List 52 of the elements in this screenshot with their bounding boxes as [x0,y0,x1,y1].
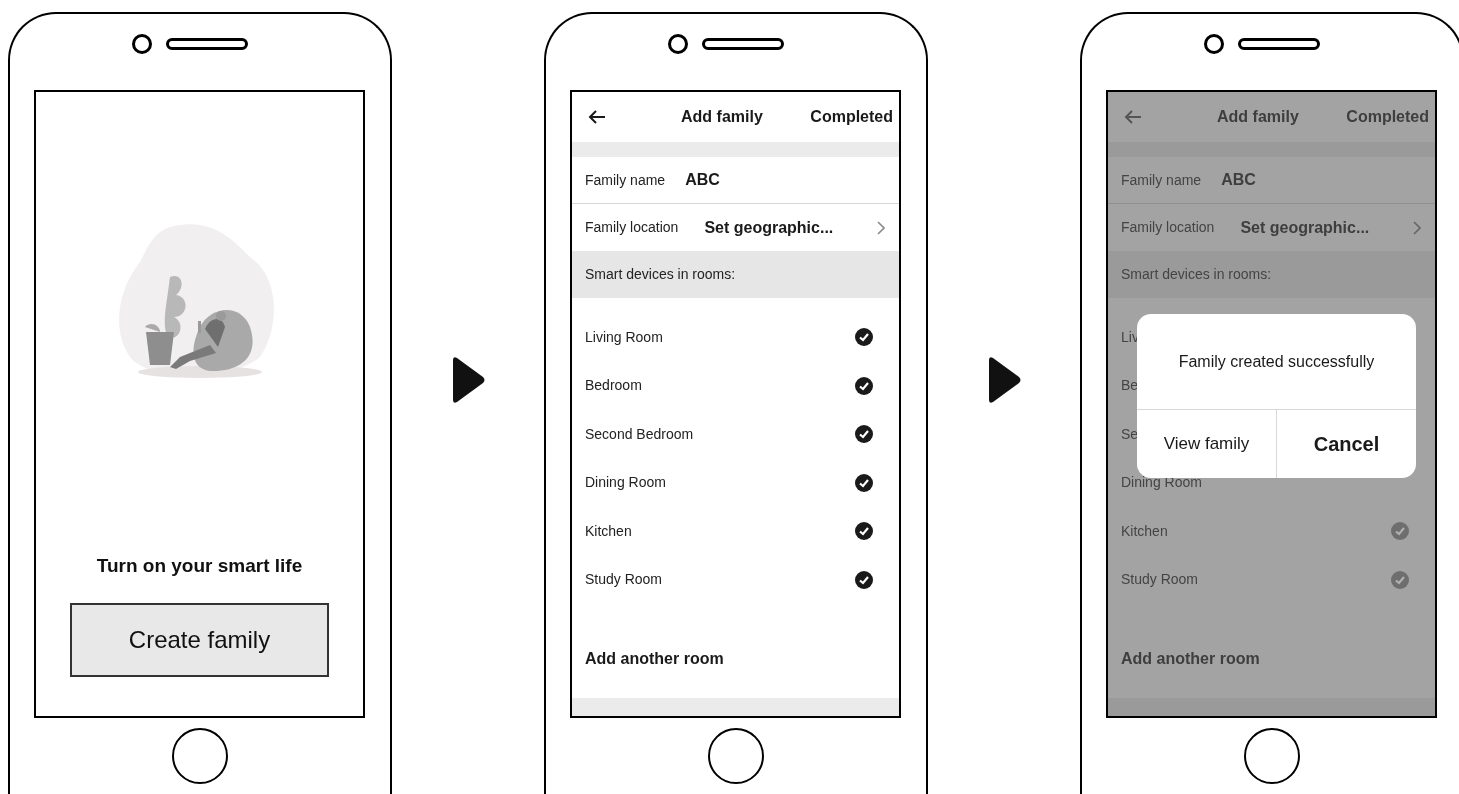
room-name[interactable]: Kitchen [585,520,632,542]
speaker-icon [1238,38,1320,50]
check-icon[interactable] [855,473,873,492]
add-room-button[interactable]: Add another room [1121,647,1260,671]
check-icon[interactable] [855,522,873,541]
field-value[interactable]: Set geographic... [1240,215,1370,240]
check-icon[interactable] [1391,522,1409,541]
field-label: Family name [585,170,666,190]
check-icon[interactable] [1391,570,1409,589]
home-button[interactable] [1244,728,1300,784]
screen-title: Add family [681,107,763,127]
section-heading: Smart devices in rooms: [585,265,736,284]
completed-button[interactable]: Completed [810,105,893,129]
check-icon[interactable] [855,570,873,589]
room-name[interactable]: Bedroom [585,375,642,397]
check-icon[interactable] [855,328,873,347]
dialog-message: Family created successfully [1178,351,1375,372]
create-family-button[interactable]: Create family [70,602,329,677]
chevron-right-icon[interactable] [877,220,885,235]
room-name[interactable]: Study Room [1121,569,1199,591]
field-value: ABC [1221,170,1256,190]
screen-title: Add family [1217,107,1299,127]
field-value: ABC [685,170,720,190]
completed-button[interactable]: Completed [1346,105,1429,129]
field-label: Family name [1121,170,1202,190]
home-button[interactable] [172,728,228,784]
room-name[interactable]: Study Room [585,569,663,591]
room-name[interactable]: Dining Room [585,472,666,494]
back-arrow-icon[interactable] [588,110,606,124]
room-name[interactable]: Living Room [585,326,663,348]
room-name[interactable]: Kitchen [1121,520,1168,542]
speaker-icon [166,38,248,50]
tagline: Turn on your smart life [96,554,303,578]
check-icon[interactable] [855,376,873,395]
field-label: Family location [585,218,679,237]
play-arrow-icon [450,356,486,404]
camera-icon [132,34,152,54]
check-icon[interactable] [855,425,873,444]
camera-icon [1204,34,1224,54]
field-value[interactable]: Set geographic... [704,215,834,240]
room-name[interactable]: Second Bedroom [585,423,694,445]
speaker-icon [702,38,784,50]
field-label: Family location [1121,218,1215,237]
camera-icon [668,34,688,54]
section-heading: Smart devices in rooms: [1121,265,1272,284]
home-button[interactable] [708,728,764,784]
add-room-button[interactable]: Add another room [585,647,724,671]
room-name[interactable]: Se [1121,423,1139,445]
play-arrow-icon [986,356,1022,404]
room-name[interactable]: Be [1121,375,1139,397]
dialog-button[interactable]: View family [1137,410,1276,478]
dialog-button[interactable]: Cancel [1276,410,1416,478]
